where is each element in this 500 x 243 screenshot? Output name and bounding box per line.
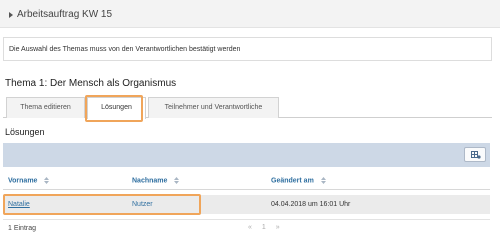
section-title: Lösungen (5, 127, 45, 137)
column-header-vorname[interactable]: Vorname (8, 177, 50, 184)
tab-solutions[interactable]: Lösungen (87, 97, 146, 119)
pagination: « 1 » (248, 224, 288, 231)
cell-vorname-link[interactable]: Natalie (8, 201, 30, 208)
notice-text: Die Auswahl des Themas muss von den Vera… (9, 46, 241, 53)
info-notice: Die Auswahl des Themas muss von den Vera… (3, 37, 492, 61)
sort-icon (44, 177, 50, 184)
column-settings-button[interactable] (464, 147, 486, 162)
caret-right-icon (9, 12, 13, 18)
cell-nachname: Nutzer (132, 201, 153, 208)
table-header: Vorname Nachname Geändert am (3, 172, 490, 190)
cell-geaendert: 04.04.2018 um 16:01 Uhr (271, 201, 351, 208)
column-header-nachname[interactable]: Nachname (132, 177, 180, 184)
column-header-geaendert[interactable]: Geändert am (271, 177, 326, 184)
accordion-header[interactable]: Arbeitsauftrag KW 15 (0, 0, 500, 28)
column-settings-icon (471, 151, 481, 159)
topic-heading: Thema 1: Der Mensch als Organismus (5, 78, 177, 89)
tab-edit-topic[interactable]: Thema editieren (6, 97, 85, 118)
tab-bar: Thema editieren Lösungen Teilnehmer und … (3, 96, 492, 119)
sort-icon (174, 177, 180, 184)
entry-count: 1 Eintrag (8, 225, 37, 232)
tab-participants[interactable]: Teilnehmer und Verantwortliche (148, 97, 279, 118)
table-footer: 1 Eintrag « 1 » (3, 219, 490, 237)
sort-icon (320, 177, 326, 184)
pager-page[interactable]: 1 (262, 224, 266, 231)
pager-prev[interactable]: « (248, 224, 252, 231)
page-title: Arbeitsauftrag KW 15 (17, 9, 113, 20)
pager-next[interactable]: » (276, 224, 280, 231)
table-toolbar (3, 143, 490, 167)
table-row[interactable]: Natalie Nutzer 04.04.2018 um 16:01 Uhr (3, 195, 490, 214)
